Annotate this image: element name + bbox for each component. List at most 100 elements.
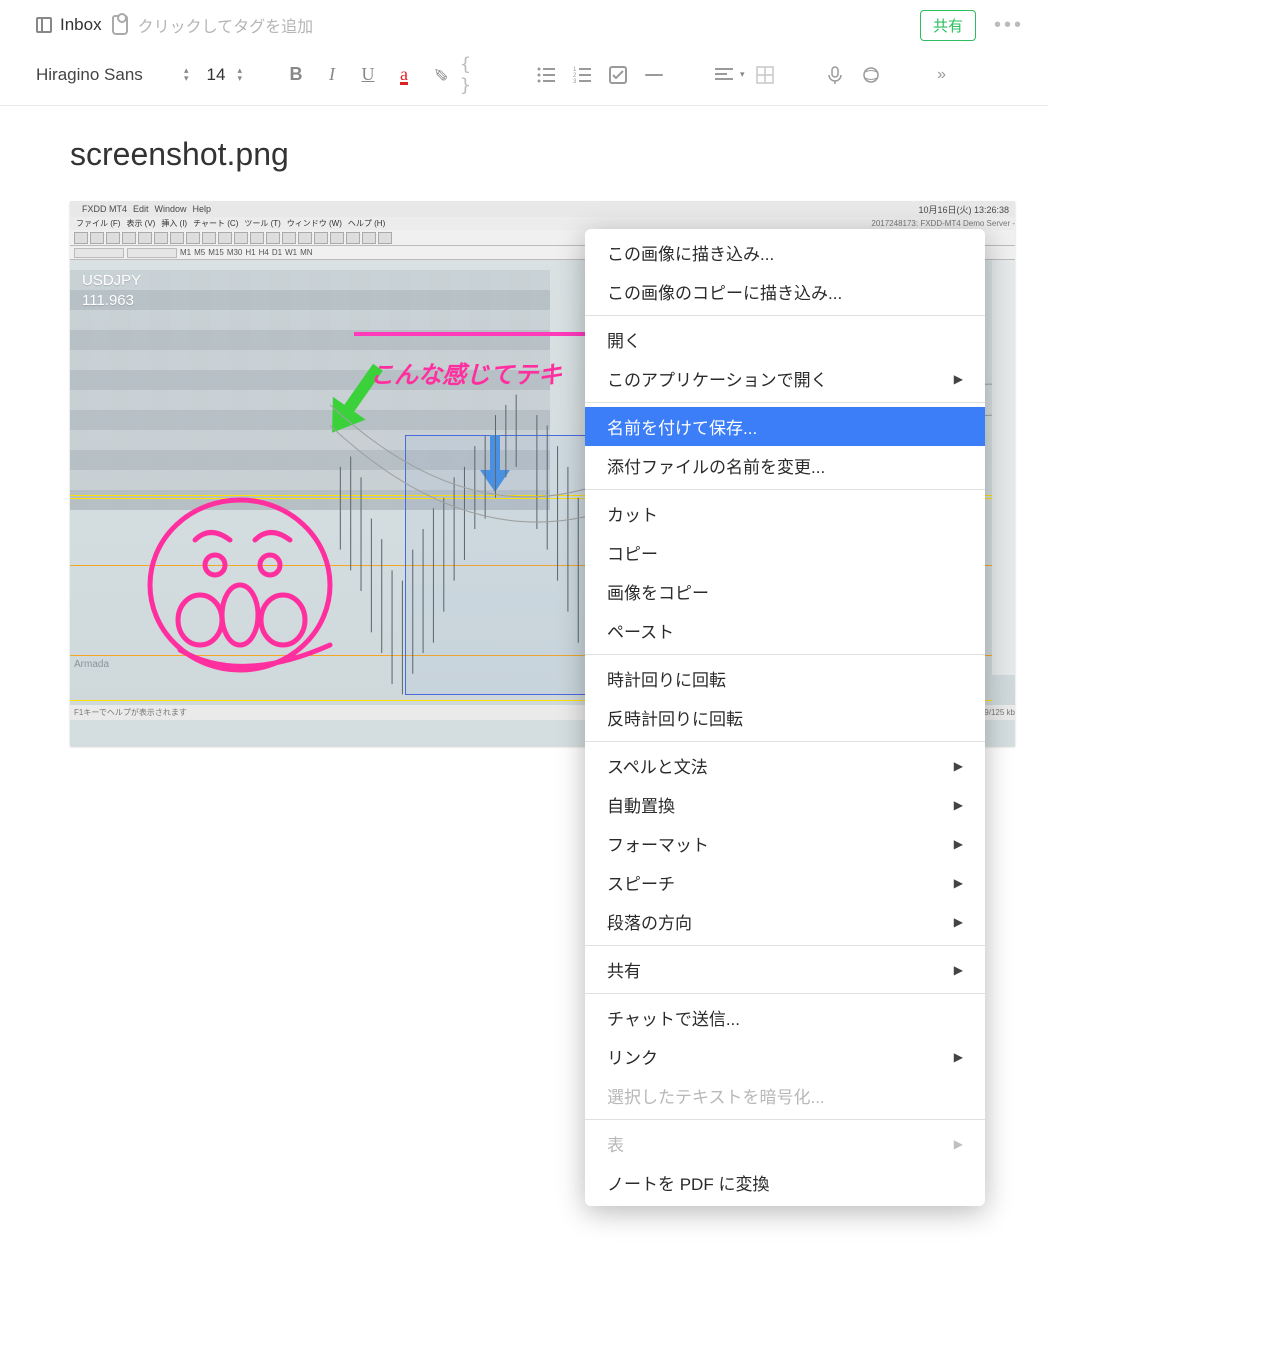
bullet-list-button[interactable] — [530, 59, 562, 91]
context-menu-item[interactable]: 時計回りに回転 — [585, 659, 985, 698]
submenu-arrow-icon: ▶ — [954, 915, 963, 929]
code-block-button[interactable]: { } — [460, 59, 492, 91]
formatting-toolbar: Hiragino Sans ▴▾ 14 ▴▾ B I U a { } 123 ▾… — [0, 50, 1048, 106]
context-menu-item[interactable]: この画像のコピーに描き込み... — [585, 272, 985, 311]
context-menu-separator — [585, 993, 985, 994]
menu-item-label: この画像に描き込み... — [607, 240, 774, 265]
text-color-button[interactable]: a — [388, 59, 420, 91]
menu-item-label: この画像のコピーに描き込み... — [607, 279, 842, 304]
timeframe-btn: H4 — [259, 248, 269, 257]
status-right: 79/125 kb — [980, 708, 1015, 717]
context-menu-item[interactable]: 自動置換▶ — [585, 785, 985, 824]
context-menu-separator — [585, 489, 985, 490]
menubar-item: Window — [155, 204, 187, 214]
alignment-button[interactable] — [708, 59, 740, 91]
underline-button[interactable]: U — [352, 59, 384, 91]
chevron-down-icon: ▾ — [740, 69, 745, 80]
header-bar: Inbox クリックしてタグを追加 共有 ••• — [0, 0, 1048, 50]
menu-item-label: 自動置換 — [607, 792, 675, 817]
share-button[interactable]: 共有 — [920, 10, 976, 41]
more-actions-icon[interactable]: ••• — [994, 14, 1024, 37]
submenu-arrow-icon: ▶ — [954, 1050, 963, 1064]
menu-item-label: リンク — [607, 1044, 658, 1069]
timeframe-btn: H1 — [245, 248, 255, 257]
context-menu-item[interactable]: ペースト — [585, 611, 985, 650]
highlighter-button[interactable] — [424, 59, 456, 91]
context-menu-item[interactable]: リンク ▶ — [585, 1037, 985, 1076]
checklist-button[interactable] — [602, 59, 634, 91]
context-menu-item[interactable]: 反時計回りに回転 — [585, 698, 985, 737]
context-menu-separator — [585, 402, 985, 403]
menu-item-label: 時計回りに回転 — [607, 666, 726, 691]
submenu-arrow-icon: ▶ — [954, 963, 963, 977]
menu-item-label: スペルと文法 — [607, 753, 708, 778]
menu-item-label: チャットで送信... — [607, 1005, 740, 1030]
menu-item-label: このアプリケーションで開く — [607, 366, 828, 391]
context-menu-item[interactable]: 名前を付けて保存... — [585, 407, 985, 446]
numbered-list-button[interactable]: 123 — [566, 59, 598, 91]
menu-item-label: 選択したテキストを暗号化... — [607, 1083, 825, 1108]
context-menu-item[interactable]: 段落の方向 ▶ — [585, 902, 985, 941]
menu-item-label: コピー — [607, 540, 658, 565]
context-menu-item[interactable]: スペルと文法▶ — [585, 746, 985, 785]
context-menu-item[interactable]: 開く — [585, 320, 985, 359]
menu-item-label: スピーチ — [607, 870, 675, 895]
menu-item-label: 名前を付けて保存... — [607, 414, 757, 439]
menu-item-label: 開く — [607, 327, 641, 352]
timeframe-btn: M5 — [194, 248, 205, 257]
timeframe-btn: MN — [300, 248, 312, 257]
menu-item-label: フォーマット — [607, 831, 709, 856]
submenu-arrow-icon: ▶ — [954, 837, 963, 851]
size-stepper-icon[interactable]: ▴▾ — [237, 67, 242, 81]
timeframe-btn: W1 — [285, 248, 297, 257]
context-menu-item[interactable]: ノートを PDF に変換 — [585, 1163, 985, 1202]
context-menu-item[interactable]: フォーマット ▶ — [585, 824, 985, 863]
timeframe-btn: M30 — [227, 248, 243, 257]
tag-input-placeholder[interactable]: クリックしてタグを追加 — [138, 13, 314, 37]
context-menu-item[interactable]: スピーチ▶ — [585, 863, 985, 902]
timeframe-btn: M15 — [208, 248, 224, 257]
mt4-menu-item: ウィンドウ (W) — [287, 218, 342, 229]
context-menu-item[interactable]: 共有 ▶ — [585, 950, 985, 989]
menu-item-label: 共有 — [607, 957, 641, 982]
context-menu-separator — [585, 741, 985, 742]
mt4-menu-item: 表示 (V) — [126, 218, 155, 229]
context-menu-item: 表▶ — [585, 1124, 985, 1163]
notebook-name[interactable]: Inbox — [60, 15, 102, 35]
italic-button[interactable]: I — [316, 59, 348, 91]
camera-icon[interactable] — [855, 59, 887, 91]
context-menu-item[interactable]: チャットで送信... — [585, 998, 985, 1037]
context-menu-item[interactable]: 画像をコピー — [585, 572, 985, 611]
context-menu-item[interactable]: コピー — [585, 533, 985, 572]
watermark: Armada — [74, 659, 109, 670]
menu-item-label: 添付ファイルの名前を変更... — [607, 453, 825, 478]
menu-item-label: ペースト — [607, 618, 674, 643]
menu-item-label: 段落の方向 — [607, 909, 692, 934]
svg-text:3: 3 — [573, 79, 577, 84]
microphone-icon[interactable] — [819, 59, 851, 91]
font-size-select[interactable]: 14 — [207, 65, 226, 85]
mt4-menu-item: ファイル (F) — [76, 218, 120, 229]
context-menu-item[interactable]: 添付ファイルの名前を変更... — [585, 446, 985, 485]
price-label: 111.963 — [82, 292, 134, 309]
font-family-select[interactable]: Hiragino Sans — [36, 65, 176, 85]
table-button[interactable] — [749, 59, 781, 91]
panel-toggle-icon[interactable] — [36, 17, 52, 33]
more-tools-button[interactable]: » — [925, 59, 957, 91]
attachment-filename-title[interactable]: screenshot.png — [70, 136, 978, 173]
hand-drawn-doodle — [145, 485, 345, 685]
font-stepper-icon[interactable]: ▴▾ — [184, 67, 189, 81]
mt4-menu-item: 挿入 (I) — [161, 218, 187, 229]
tag-icon[interactable] — [112, 15, 128, 35]
menubar-item: Edit — [133, 204, 149, 214]
context-menu-item[interactable]: カット — [585, 494, 985, 533]
mt4-menu-item: チャート (C) — [193, 218, 238, 229]
context-menu-item: 選択したテキストを暗号化... — [585, 1076, 985, 1115]
context-menu-item[interactable]: このアプリケーションで開く▶ — [585, 359, 985, 398]
context-menu-separator — [585, 1119, 985, 1120]
horizontal-rule-button[interactable] — [638, 59, 670, 91]
context-menu-separator — [585, 654, 985, 655]
context-menu-item[interactable]: この画像に描き込み... — [585, 233, 985, 272]
mt4-window-title: 2017248173: FXDD-MT4 Demo Server - — [871, 219, 1015, 228]
bold-button[interactable]: B — [280, 59, 312, 91]
